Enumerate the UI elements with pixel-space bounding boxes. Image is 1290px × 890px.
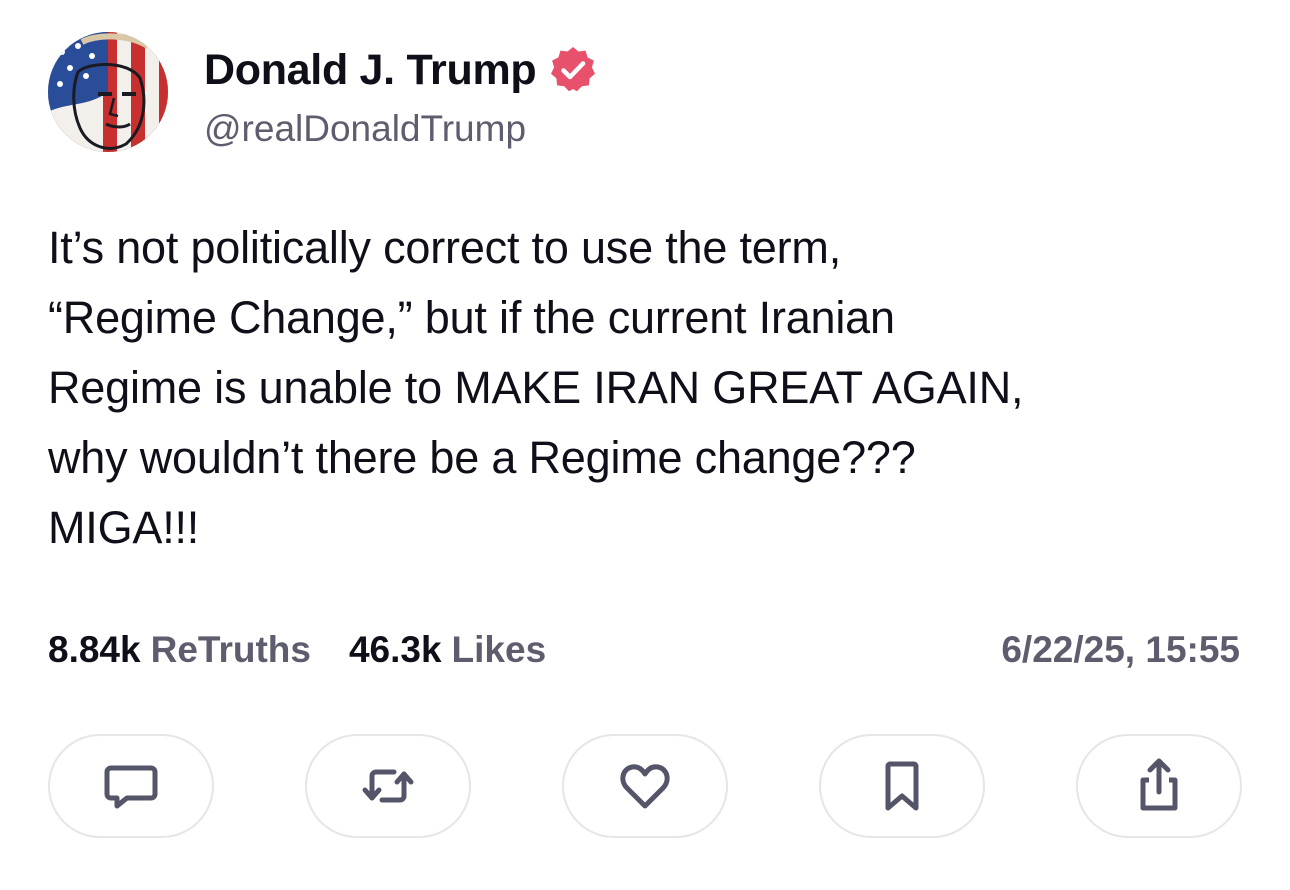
author-display-name[interactable]: Donald J. Trump <box>204 44 537 96</box>
retruth-button[interactable] <box>305 734 471 838</box>
likes-label: Likes <box>451 629 547 670</box>
verified-badge-icon <box>548 45 598 95</box>
share-button[interactable] <box>1076 734 1242 838</box>
retruths-stat[interactable]: 8.84k ReTruths <box>48 626 311 674</box>
like-button[interactable] <box>562 734 728 838</box>
avatar-flag-portrait-icon <box>48 32 168 152</box>
avatar[interactable] <box>48 32 168 152</box>
retruth-icon <box>362 769 414 803</box>
likes-stat[interactable]: 46.3k Likes <box>349 626 546 674</box>
bookmark-button[interactable] <box>819 734 985 838</box>
bookmark-icon <box>885 761 919 811</box>
comment-icon <box>104 765 158 809</box>
retruths-label: ReTruths <box>150 629 311 670</box>
action-bar <box>48 734 1242 842</box>
heart-icon <box>620 764 670 809</box>
post-timestamp: 6/22/25, 15:55 <box>1001 629 1240 670</box>
likes-count: 46.3k <box>348 629 442 670</box>
truth-post: Donald J. Trump @realDonaldTrump It’s no… <box>0 0 1290 890</box>
author-handle[interactable]: @realDonaldTrump <box>204 106 526 152</box>
share-icon <box>1140 758 1178 811</box>
retruths-count: 8.84k <box>48 629 141 670</box>
post-stats: 8.84k ReTruths 46.3k Likes <box>48 626 546 674</box>
post-text: It’s not politically correct to use the … <box>48 222 1024 553</box>
author-name-row: Donald J. Trump <box>204 44 598 96</box>
reply-button[interactable] <box>48 734 214 838</box>
